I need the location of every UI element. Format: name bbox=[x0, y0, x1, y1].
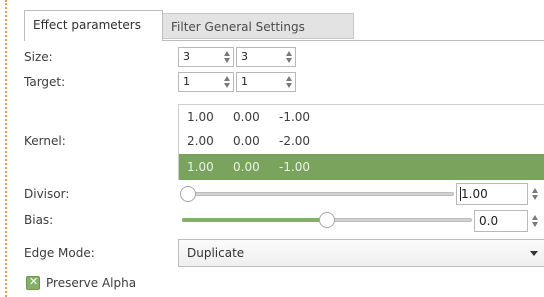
spin-arrows-icon[interactable] bbox=[531, 213, 540, 229]
kernel-cell[interactable]: 0.00 bbox=[233, 154, 260, 180]
size-label: Size: bbox=[24, 50, 53, 64]
edge-mode-value: Duplicate bbox=[187, 246, 245, 260]
divisor-slider-track[interactable] bbox=[182, 192, 454, 196]
bias-input[interactable]: 0.0 bbox=[474, 210, 528, 232]
kernel-cell[interactable]: -2.00 bbox=[279, 129, 310, 153]
edge-mode-dropdown[interactable]: Duplicate bbox=[178, 239, 544, 267]
size-x-value: 3 bbox=[183, 50, 190, 63]
spin-arrows-icon[interactable] bbox=[223, 74, 232, 90]
kernel-cell[interactable]: -1.00 bbox=[279, 154, 310, 180]
preserve-alpha-checkbox[interactable]: ✕ bbox=[26, 275, 40, 290]
chevron-down-icon bbox=[530, 251, 538, 256]
divisor-stepper[interactable] bbox=[528, 183, 544, 205]
kernel-cell[interactable]: -1.00 bbox=[279, 105, 310, 129]
kernel-label: Kernel: bbox=[24, 134, 66, 148]
preserve-alpha-label[interactable]: Preserve Alpha bbox=[46, 276, 136, 290]
target-label: Target: bbox=[24, 75, 66, 89]
divisor-label: Divisor: bbox=[24, 187, 70, 201]
divisor-value: 1.00 bbox=[461, 187, 488, 201]
target-y-value: 1 bbox=[241, 75, 248, 88]
kernel-row[interactable]: 2.00 0.00 -2.00 bbox=[179, 129, 544, 153]
bias-stepper[interactable] bbox=[528, 210, 544, 232]
kernel-matrix[interactable]: 1.00 0.00 -1.00 2.00 0.00 -2.00 1.00 0.0… bbox=[178, 104, 544, 180]
size-y-spinbox[interactable]: 3 bbox=[236, 47, 296, 67]
divisor-slider-knob[interactable] bbox=[180, 186, 196, 202]
tab-effect-parameters[interactable]: Effect parameters bbox=[24, 10, 163, 41]
bias-slider-knob[interactable] bbox=[319, 212, 335, 228]
size-x-spinbox[interactable]: 3 bbox=[178, 47, 234, 67]
size-y-value: 3 bbox=[241, 50, 248, 63]
spin-arrows-icon[interactable] bbox=[223, 49, 232, 65]
bias-slider-fill bbox=[182, 218, 323, 222]
bias-value: 0.0 bbox=[479, 214, 499, 228]
filter-editor-panel: Effect parameters Filter General Setting… bbox=[0, 0, 544, 297]
kernel-cell[interactable]: 1.00 bbox=[187, 154, 214, 180]
spin-arrows-icon[interactable] bbox=[531, 186, 540, 202]
dotted-border-line bbox=[5, 0, 7, 297]
divisor-input[interactable]: 1.00 bbox=[456, 183, 528, 205]
spin-arrows-icon[interactable] bbox=[285, 74, 294, 90]
tab-filter-general-settings[interactable]: Filter General Settings bbox=[163, 13, 354, 39]
target-x-spinbox[interactable]: 1 bbox=[178, 72, 234, 92]
target-y-spinbox[interactable]: 1 bbox=[236, 72, 296, 92]
kernel-cell[interactable]: 2.00 bbox=[187, 129, 214, 153]
kernel-cell[interactable]: 0.00 bbox=[233, 105, 260, 129]
kernel-cell[interactable]: 1.00 bbox=[187, 105, 214, 129]
checkbox-check-icon: ✕ bbox=[29, 275, 39, 288]
kernel-row[interactable]: 1.00 0.00 -1.00 bbox=[179, 105, 544, 129]
bias-label: Bias: bbox=[24, 213, 54, 227]
kernel-row-selected[interactable]: 1.00 0.00 -1.00 bbox=[179, 154, 544, 180]
target-x-value: 1 bbox=[183, 75, 190, 88]
edge-mode-label: Edge Mode: bbox=[24, 246, 95, 260]
kernel-cell[interactable]: 0.00 bbox=[233, 129, 260, 153]
spin-arrows-icon[interactable] bbox=[285, 49, 294, 65]
